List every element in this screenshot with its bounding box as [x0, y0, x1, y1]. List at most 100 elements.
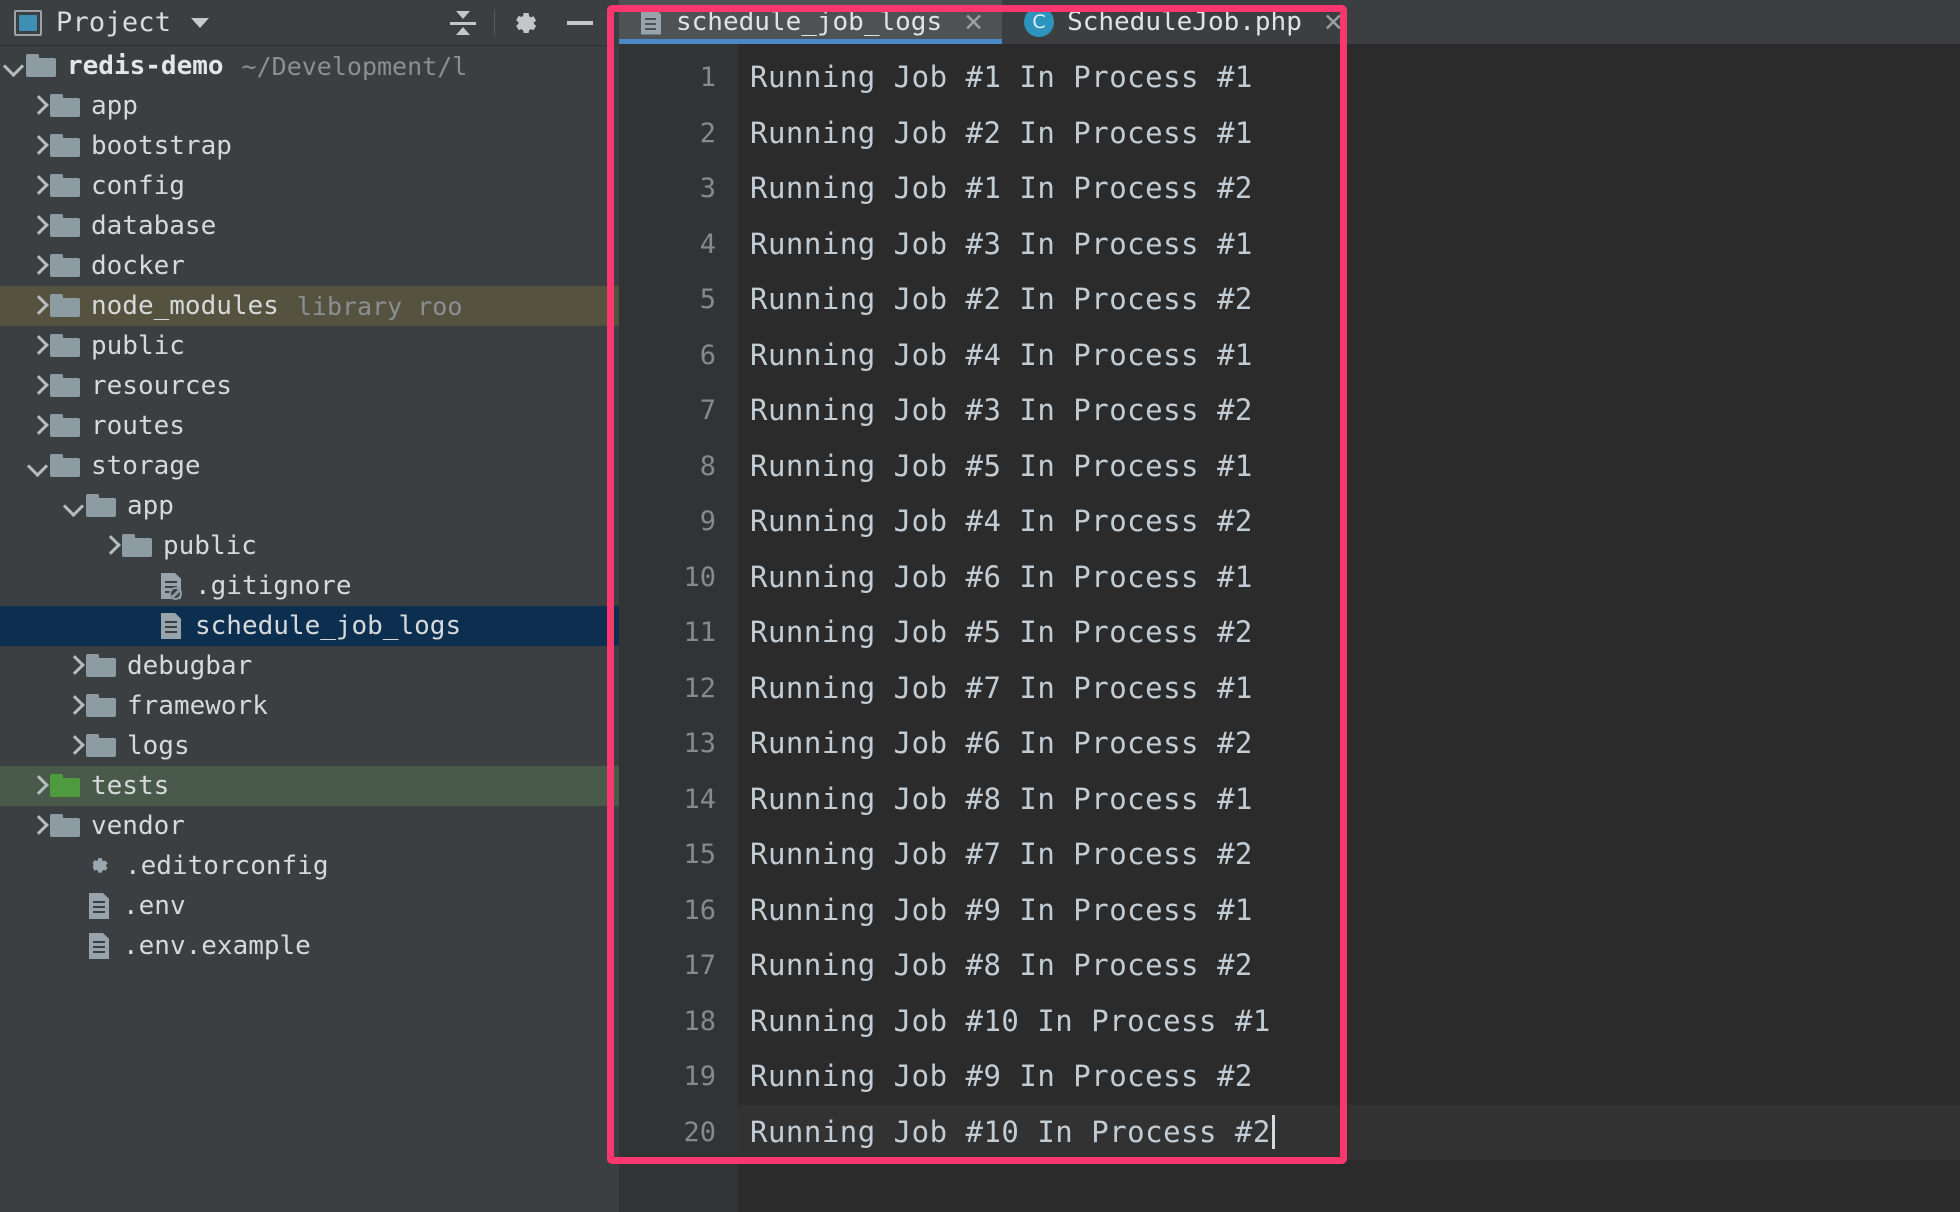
- close-icon[interactable]: ✕: [963, 8, 984, 37]
- code-line[interactable]: Running Job #1 In Process #2: [738, 161, 1960, 217]
- line-number: 11: [683, 617, 716, 648]
- tree-item-label: debugbar: [127, 651, 253, 681]
- tree-item-database[interactable]: database: [0, 206, 619, 246]
- line-number: 6: [699, 339, 716, 371]
- chevron-down-icon[interactable]: [24, 453, 50, 479]
- tree-item-tests[interactable]: tests: [0, 766, 619, 806]
- code-line[interactable]: Running Job #8 In Process #2: [738, 938, 1960, 994]
- tree-item-routes[interactable]: routes: [0, 406, 619, 446]
- tree-item-label: routes: [91, 411, 185, 441]
- line-number: 19: [683, 1061, 716, 1092]
- code-line[interactable]: Running Job #9 In Process #2: [738, 1049, 1960, 1105]
- line-number: 2: [699, 117, 716, 149]
- chevron-right-icon[interactable]: [24, 133, 50, 159]
- code-line[interactable]: Running Job #4 In Process #1: [738, 328, 1960, 384]
- code-line[interactable]: Running Job #1 In Process #1: [738, 50, 1960, 106]
- code-line[interactable]: Running Job #2 In Process #2: [738, 272, 1960, 328]
- code-line[interactable]: Running Job #2 In Process #1: [738, 106, 1960, 162]
- chevron-down-icon[interactable]: [60, 493, 86, 519]
- code-line[interactable]: Running Job #3 In Process #1: [738, 217, 1960, 273]
- code-line-text: Running Job #3 In Process #2: [750, 393, 1253, 427]
- gear-file-icon: [86, 852, 114, 880]
- chevron-right-icon[interactable]: [24, 333, 50, 359]
- tree-item-bootstrap[interactable]: bootstrap: [0, 126, 619, 166]
- tree-item-label: storage: [91, 451, 201, 481]
- code-line[interactable]: Running Job #3 In Process #2: [738, 383, 1960, 439]
- tree-item-storage[interactable]: storage: [0, 446, 619, 486]
- tree-item-docker[interactable]: docker: [0, 246, 619, 286]
- tree-item-label: app: [127, 491, 174, 521]
- project-file-tree[interactable]: redis-demo ~/Development/l app bootstrap con…: [0, 46, 619, 1212]
- tree-item-app[interactable]: app: [0, 486, 619, 526]
- code-line-text: Running Job #6 In Process #2: [750, 726, 1253, 760]
- folder-icon: [26, 54, 56, 78]
- chevron-right-icon[interactable]: [24, 93, 50, 119]
- line-number: 9: [699, 506, 716, 537]
- tree-item-public[interactable]: public: [0, 526, 619, 566]
- tree-item-label: .gitignore: [195, 571, 352, 601]
- tree-item-config[interactable]: config: [0, 166, 619, 206]
- code-line[interactable]: Running Job #9 In Process #1: [738, 883, 1960, 939]
- chevron-right-icon[interactable]: [24, 173, 50, 199]
- tree-item-debugbar[interactable]: debugbar: [0, 646, 619, 686]
- line-number: 17: [683, 950, 716, 981]
- editor-tab-schedule-job-logs[interactable]: schedule_job_logs ✕: [619, 0, 1003, 44]
- chevron-right-icon[interactable]: [24, 253, 50, 279]
- tree-item-vendor[interactable]: vendor: [0, 806, 619, 846]
- code-line[interactable]: Running Job #5 In Process #1: [738, 439, 1960, 495]
- folder-icon: [50, 334, 80, 358]
- folder-icon: [86, 494, 116, 518]
- chevron-right-icon[interactable]: [24, 413, 50, 439]
- chevron-right-icon[interactable]: [96, 533, 122, 559]
- tree-item-logs[interactable]: logs: [0, 726, 619, 766]
- tree-item-app[interactable]: app: [0, 86, 619, 126]
- chevron-right-icon[interactable]: [24, 213, 50, 239]
- project-panel-title-group[interactable]: Project: [14, 7, 210, 38]
- close-icon[interactable]: ✕: [1323, 8, 1344, 37]
- tree-item-node-modules[interactable]: node_modules library roo: [0, 286, 619, 326]
- chevron-right-icon[interactable]: [24, 773, 50, 799]
- tree-item--env-example[interactable]: .env.example: [0, 926, 619, 966]
- folder-icon: [86, 654, 116, 678]
- gear-icon: [510, 7, 542, 39]
- chevron-down-icon[interactable]: [0, 53, 26, 79]
- code-line[interactable]: Running Job #4 In Process #2: [738, 494, 1960, 550]
- panel-settings-button[interactable]: [499, 0, 553, 46]
- code-line[interactable]: Running Job #7 In Process #1: [738, 661, 1960, 717]
- tree-item--env[interactable]: .env: [0, 886, 619, 926]
- code-line[interactable]: Running Job #6 In Process #2: [738, 716, 1960, 772]
- code-line-text: Running Job #3 In Process #1: [750, 226, 1253, 261]
- tree-item-schedule-job-logs[interactable]: schedule_job_logs: [0, 606, 619, 646]
- code-line-text: Running Job #7 In Process #1: [750, 670, 1253, 705]
- chevron-right-icon[interactable]: [24, 813, 50, 839]
- folder-icon: [50, 94, 80, 118]
- tree-item-public[interactable]: public: [0, 326, 619, 366]
- collapse-all-button[interactable]: [436, 0, 490, 46]
- hide-panel-button[interactable]: [553, 0, 607, 46]
- chevron-down-icon[interactable]: [191, 17, 210, 28]
- code-line[interactable]: Running Job #8 In Process #1: [738, 772, 1960, 828]
- code-line[interactable]: Running Job #7 In Process #2: [738, 827, 1960, 883]
- chevron-right-icon[interactable]: [24, 373, 50, 399]
- line-number: 13: [683, 728, 716, 759]
- tree-item--editorconfig[interactable]: .editorconfig: [0, 846, 619, 886]
- tree-item--gitignore[interactable]: .gitignore: [0, 566, 619, 606]
- tree-item-framework[interactable]: framework: [0, 686, 619, 726]
- chevron-right-icon[interactable]: [60, 653, 86, 679]
- code-line[interactable]: Running Job #5 In Process #2: [738, 605, 1960, 661]
- line-number-gutter: 1 2 3 4 5 6 7 8 9 10 11 12 13 14 15 16 17 18 19 20: [619, 44, 738, 1212]
- code-line-text: Running Job #9 In Process #1: [750, 892, 1253, 927]
- code-line[interactable]: Running Job #6 In Process #1: [738, 550, 1960, 606]
- chevron-right-icon[interactable]: [60, 693, 86, 719]
- tree-item-label: public: [91, 331, 185, 361]
- tree-item-redis-demo[interactable]: redis-demo ~/Development/l: [0, 46, 619, 86]
- code-line[interactable]: Running Job #10 In Process #2: [738, 1104, 1960, 1160]
- chevron-right-icon[interactable]: [60, 733, 86, 759]
- code-content[interactable]: Running Job #1 In Process #1 Running Job …: [738, 44, 1960, 1212]
- chevron-right-icon[interactable]: [24, 293, 50, 319]
- code-line[interactable]: Running Job #10 In Process #1: [738, 994, 1960, 1050]
- line-number: 12: [683, 672, 716, 704]
- tree-item-resources[interactable]: resources: [0, 366, 619, 406]
- editor-tab-schedulejob-php[interactable]: C ScheduleJob.php ✕: [1002, 0, 1362, 44]
- line-number: 15: [683, 839, 716, 870]
